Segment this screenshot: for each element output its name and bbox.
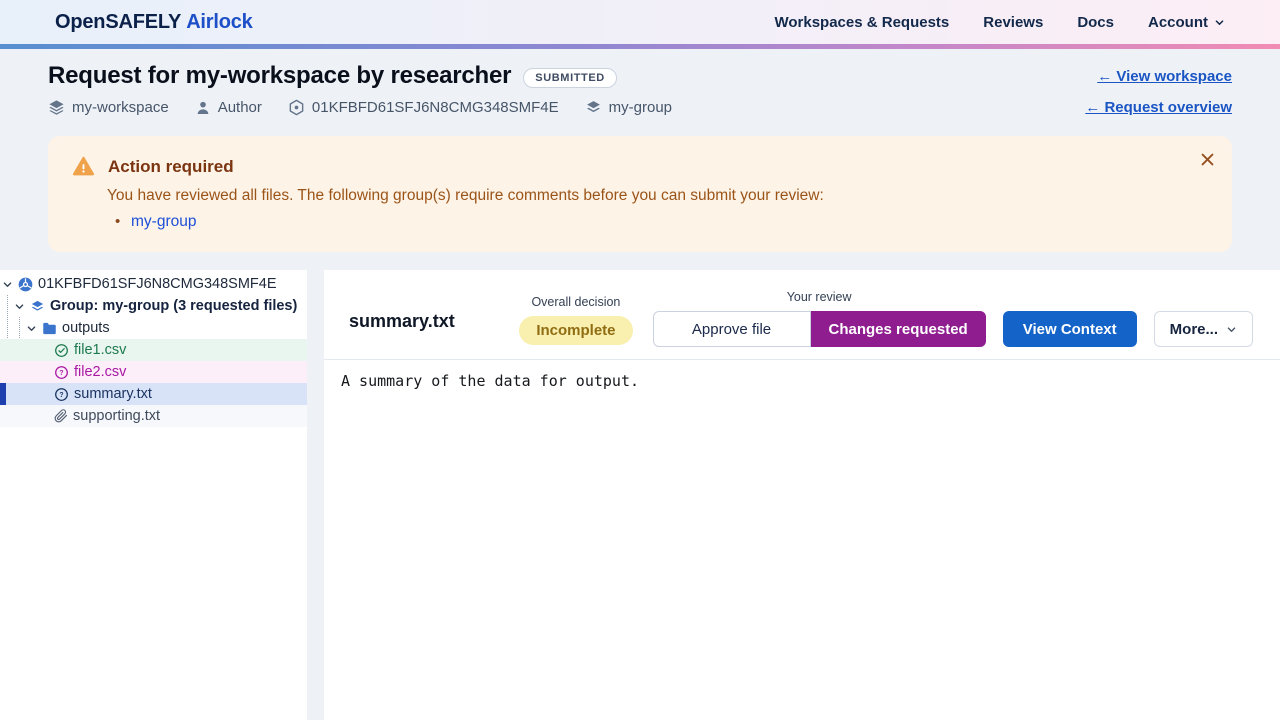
nav-account-menu[interactable]: Account bbox=[1148, 14, 1225, 31]
more-menu-button[interactable]: More... bbox=[1153, 311, 1253, 347]
changes-requested-button[interactable]: Changes requested bbox=[810, 311, 986, 347]
group-icon bbox=[30, 299, 45, 314]
nav-reviews[interactable]: Reviews bbox=[983, 14, 1043, 31]
svg-text:?: ? bbox=[59, 392, 63, 399]
meta-author-label: Author bbox=[217, 99, 262, 116]
file-title: summary.txt bbox=[349, 311, 455, 331]
check-circle-icon bbox=[54, 343, 69, 358]
status-badge: SUBMITTED bbox=[523, 67, 617, 88]
meta-group-label: my-group bbox=[608, 99, 673, 116]
paperclip-icon bbox=[54, 409, 68, 423]
meta-workspace: my-workspace bbox=[48, 99, 169, 116]
action-required-alert: Action required You have reviewed all fi… bbox=[48, 136, 1232, 252]
more-menu-label: More... bbox=[1169, 320, 1218, 338]
view-workspace-link[interactable]: ← View workspace bbox=[1097, 68, 1232, 85]
approve-file-button[interactable]: Approve file bbox=[652, 311, 811, 347]
meta-request-id-label: 01KFBFD61SFJ6N8CMG348SMF4E bbox=[311, 99, 559, 116]
request-id-icon bbox=[288, 99, 305, 116]
tree-node-request-root[interactable]: 01KFBFD61SFJ6N8CMG348SMF4E bbox=[0, 273, 307, 295]
meta-author: Author bbox=[195, 99, 262, 116]
logo-opensafely: OpenSAFELY bbox=[55, 10, 182, 33]
tree-file-label: summary.txt bbox=[74, 386, 152, 402]
tree-folder-label: outputs bbox=[62, 320, 110, 336]
chevron-down-icon[interactable] bbox=[26, 323, 37, 334]
overall-decision-badge: Incomplete bbox=[519, 316, 633, 345]
question-circle-icon: ? bbox=[54, 365, 69, 380]
request-overview-link[interactable]: ← Request overview bbox=[1085, 99, 1232, 116]
alert-group-item: my-group bbox=[115, 210, 1208, 234]
file-tree-sidebar: 01KFBFD61SFJ6N8CMG348SMF4E Group: my-gro… bbox=[0, 270, 307, 720]
tree-file-file2[interactable]: ? file2.csv bbox=[0, 361, 307, 383]
meta-group: my-group bbox=[585, 99, 672, 116]
meta-workspace-label: my-workspace bbox=[72, 99, 169, 116]
warning-icon bbox=[72, 155, 95, 178]
tree-file-label: supporting.txt bbox=[73, 408, 161, 424]
alert-group-link[interactable]: my-group bbox=[131, 213, 196, 230]
sidebar-gutter[interactable] bbox=[307, 270, 324, 720]
nav-links: Workspaces & Requests Reviews Docs Accou… bbox=[774, 14, 1225, 31]
folder-icon bbox=[42, 321, 57, 336]
logo-airlock: Airlock bbox=[186, 10, 253, 33]
your-review-stack: Your review Approve file Changes request… bbox=[652, 290, 986, 347]
alert-group-list: my-group bbox=[115, 210, 1208, 234]
chevron-down-icon bbox=[1214, 17, 1225, 28]
chevron-down-icon bbox=[1226, 324, 1237, 335]
layers-icon bbox=[48, 99, 65, 116]
app-logo[interactable]: OpenSAFELY Airlock bbox=[55, 11, 253, 34]
workarea: 01KFBFD61SFJ6N8CMG348SMF4E Group: my-gro… bbox=[0, 270, 1280, 720]
tree-root-label: 01KFBFD61SFJ6N8CMG348SMF4E bbox=[38, 276, 277, 292]
nav-workspaces-requests[interactable]: Workspaces & Requests bbox=[774, 14, 949, 31]
page-title: Request for my-workspace by researcher bbox=[48, 62, 512, 89]
question-circle-icon: ? bbox=[54, 387, 69, 402]
group-icon bbox=[585, 99, 602, 116]
tree-file-label: file1.csv bbox=[74, 342, 127, 358]
review-button-group: Approve file Changes requested bbox=[652, 311, 986, 347]
overall-decision-stack: Overall decision Incomplete bbox=[519, 295, 633, 347]
tree-node-group[interactable]: Group: my-group (3 requested files) bbox=[0, 295, 307, 317]
alert-title: Action required bbox=[108, 156, 234, 176]
tree-file-supporting[interactable]: supporting.txt bbox=[0, 405, 307, 427]
tree-file-summary[interactable]: ? summary.txt bbox=[0, 383, 307, 405]
request-header: Request for my-workspace by researcher S… bbox=[0, 49, 1280, 116]
user-icon bbox=[195, 100, 211, 116]
file-content: A summary of the data for output. bbox=[341, 372, 640, 390]
close-icon bbox=[1199, 151, 1216, 168]
svg-text:?: ? bbox=[59, 370, 63, 377]
tree-group-label: Group: my-group (3 requested files) bbox=[50, 298, 298, 314]
tree-node-outputs-folder[interactable]: outputs bbox=[0, 317, 307, 339]
chevron-down-icon[interactable] bbox=[2, 279, 13, 290]
request-meta-row: my-workspace Author 01KFBFD61SFJ6N8CMG34… bbox=[48, 99, 1232, 116]
top-navbar: OpenSAFELY Airlock Workspaces & Requests … bbox=[0, 0, 1280, 44]
file-panel: summary.txt Overall decision Incomplete … bbox=[324, 270, 1280, 720]
overall-decision-label: Overall decision bbox=[531, 295, 621, 309]
alert-close-button[interactable] bbox=[1194, 146, 1220, 172]
view-context-button[interactable]: View Context bbox=[1002, 311, 1137, 347]
meta-request-id: 01KFBFD61SFJ6N8CMG348SMF4E bbox=[288, 99, 559, 116]
alert-message: You have reviewed all files. The followi… bbox=[107, 187, 824, 204]
nav-account-label: Account bbox=[1148, 13, 1208, 31]
request-icon bbox=[18, 277, 33, 292]
tree-file-file1[interactable]: file1.csv bbox=[0, 339, 307, 361]
tree-file-label: file2.csv bbox=[74, 364, 127, 380]
chevron-down-icon[interactable] bbox=[14, 301, 25, 312]
nav-docs[interactable]: Docs bbox=[1077, 14, 1114, 31]
file-toolbar: summary.txt Overall decision Incomplete … bbox=[324, 270, 1280, 360]
file-tree: 01KFBFD61SFJ6N8CMG348SMF4E Group: my-gro… bbox=[0, 270, 307, 427]
your-review-label: Your review bbox=[786, 290, 852, 304]
